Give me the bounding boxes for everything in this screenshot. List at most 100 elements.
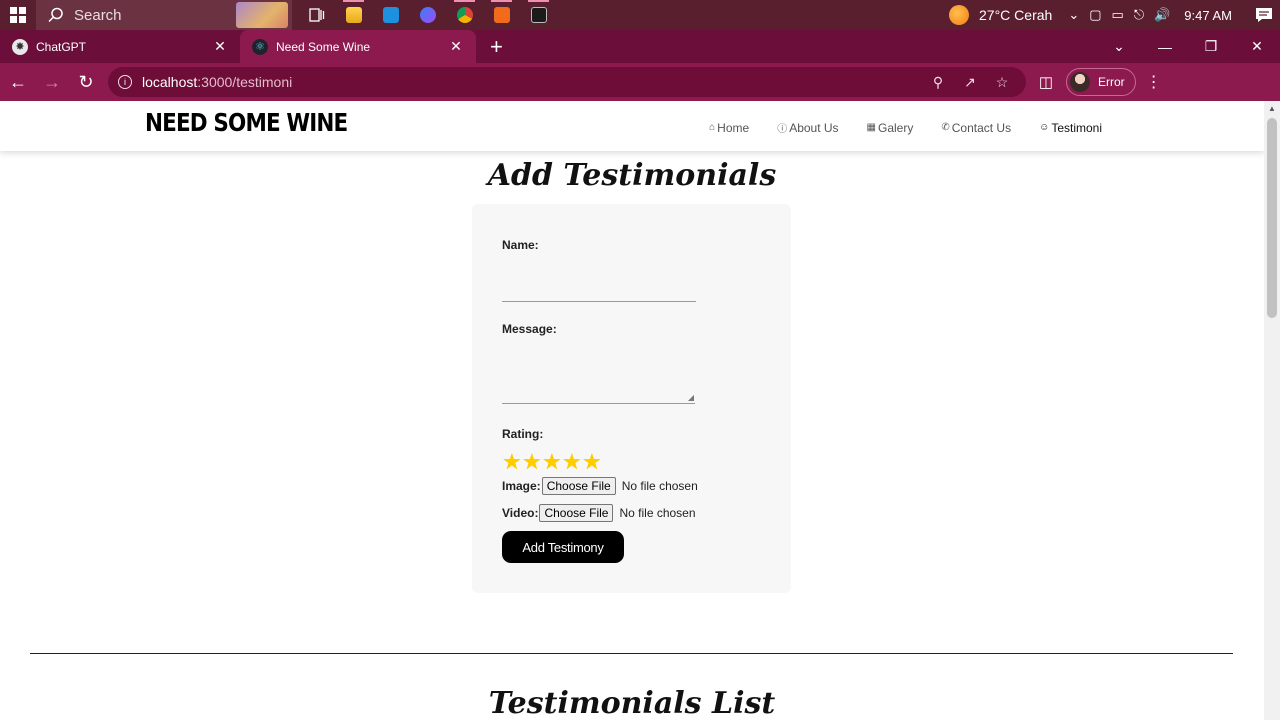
side-panel-icon[interactable]: ◫ bbox=[1030, 73, 1062, 91]
tab-title: ChatGPT bbox=[36, 39, 87, 54]
image-upload-row: Image: Choose File No file chosen bbox=[502, 477, 698, 495]
nav-contact-us[interactable]: ✆ Contact Us bbox=[941, 120, 1011, 135]
windows-taskbar: Search 27°C Cerah ⌄ ▢ ▭ ⎋ 🔊 9:47 AM bbox=[0, 0, 1280, 30]
start-button[interactable] bbox=[0, 0, 36, 30]
star-icon[interactable]: ★ bbox=[562, 451, 582, 473]
tab-chatgpt[interactable]: ✸ ChatGPT ✕ bbox=[0, 30, 240, 63]
restore-icon[interactable]: ❐ bbox=[1188, 38, 1234, 55]
wifi-icon[interactable]: ⎋ bbox=[1134, 7, 1144, 23]
profile-button[interactable]: Error bbox=[1066, 68, 1136, 96]
nav-label: Home bbox=[717, 120, 750, 135]
star-rating[interactable]: ★ ★ ★ ★ ★ bbox=[502, 451, 602, 473]
taskbar-search-label: Search bbox=[74, 6, 122, 24]
nav-label: Galery bbox=[878, 120, 914, 135]
react-icon: ⚛ bbox=[252, 38, 268, 55]
search-icon bbox=[48, 7, 63, 23]
image-label: Image: bbox=[502, 479, 541, 493]
zoom-icon[interactable]: ⚲ bbox=[922, 74, 954, 91]
file-explorer-app[interactable] bbox=[335, 0, 372, 30]
phone-icon: ✆ bbox=[941, 122, 950, 133]
section-divider bbox=[30, 653, 1233, 654]
mail-icon bbox=[382, 7, 399, 23]
nav-galery[interactable]: ▦ Galery bbox=[867, 120, 914, 135]
video-upload-row: Video: Choose File No file chosen bbox=[502, 504, 696, 522]
close-icon[interactable]: ✕ bbox=[212, 38, 228, 55]
share-icon[interactable]: ↗ bbox=[954, 74, 986, 91]
weather-text[interactable]: 27°C Cerah bbox=[979, 7, 1052, 23]
notification-button[interactable] bbox=[1248, 0, 1280, 30]
page-scrollbar[interactable]: ▲ bbox=[1264, 101, 1280, 720]
terminal-app[interactable] bbox=[520, 0, 557, 30]
site-menu: ⌂ Home ⓘ About Us ▦ Galery ✆ Contact Us ☺ Tes… bbox=[681, 120, 1102, 136]
site-navbar: NEED SOME WINE ⌂ Home ⓘ About Us ▦ Galery ✆… bbox=[0, 101, 1264, 151]
message-label: Message: bbox=[502, 322, 557, 336]
clock[interactable]: 9:47 AM bbox=[1184, 8, 1232, 23]
mail-app[interactable] bbox=[372, 0, 409, 30]
xampp-icon bbox=[493, 7, 510, 23]
media-app[interactable] bbox=[409, 0, 446, 30]
rating-label: Rating: bbox=[502, 427, 544, 441]
star-icon[interactable]: ★ bbox=[502, 451, 522, 473]
nav-testimoni[interactable]: ☺ Testimoni bbox=[1039, 120, 1102, 135]
image-icon: ▦ bbox=[866, 122, 876, 133]
battery-icon[interactable]: ▭ bbox=[1112, 7, 1124, 23]
chatgpt-icon: ✸ bbox=[12, 38, 28, 55]
taskbar-search[interactable]: Search bbox=[36, 0, 292, 30]
chevron-up-icon[interactable]: ⌄ bbox=[1068, 7, 1079, 23]
new-tab-button[interactable]: + bbox=[490, 30, 503, 63]
back-icon[interactable]: ← bbox=[2, 66, 34, 98]
site-logo[interactable]: NEED SOME WINE bbox=[145, 108, 348, 137]
star-icon[interactable]: ★ bbox=[582, 451, 602, 473]
page-title: Add Testimonials bbox=[487, 158, 777, 193]
image-choose-file-button[interactable]: Choose File bbox=[541, 477, 616, 495]
xampp-app[interactable] bbox=[483, 0, 520, 30]
reload-icon[interactable]: ↻ bbox=[70, 66, 102, 98]
forward-icon[interactable]: → bbox=[36, 66, 68, 98]
browser-tab-strip: ✸ ChatGPT ✕ ⚛ Need Some Wine ✕ + ⌄ — ❐ ✕ bbox=[0, 30, 1280, 63]
add-testimony-button[interactable]: Add Testimony bbox=[502, 531, 624, 563]
task-view-button[interactable] bbox=[298, 0, 335, 30]
nav-about-us[interactable]: ⓘ About Us bbox=[777, 120, 838, 136]
tab-title: Need Some Wine bbox=[276, 39, 371, 54]
name-input[interactable] bbox=[502, 274, 696, 302]
nav-label: Testimoni bbox=[1051, 120, 1102, 135]
info-icon: ⓘ bbox=[777, 124, 788, 135]
windows-icon bbox=[10, 7, 26, 23]
play-icon bbox=[419, 7, 436, 23]
avatar bbox=[1070, 72, 1090, 92]
resize-handle-icon[interactable]: ◢ bbox=[688, 393, 694, 402]
task-view-icon bbox=[308, 8, 324, 22]
video-file-status: No file chosen bbox=[619, 506, 696, 520]
testimonial-form: Name: Message: ◢ Rating: ★ ★ ★ ★ ★ Image… bbox=[472, 204, 791, 593]
meet-now-icon[interactable]: ▢ bbox=[1089, 7, 1101, 23]
bookmark-star-icon[interactable]: ☆ bbox=[986, 74, 1018, 91]
tab-search-icon[interactable]: ⌄ bbox=[1096, 38, 1142, 55]
terminal-icon bbox=[530, 7, 547, 23]
browser-toolbar: ← → ↻ i localhost:3000/testimoni ⚲ ↗ ☆ ◫… bbox=[0, 63, 1280, 101]
address-bar[interactable]: i localhost:3000/testimoni ⚲ ↗ ☆ bbox=[108, 67, 1026, 97]
folder-icon bbox=[345, 7, 362, 23]
site-info-icon[interactable]: i bbox=[118, 75, 132, 89]
nav-home[interactable]: ⌂ Home bbox=[709, 120, 749, 135]
chrome-app[interactable] bbox=[446, 0, 483, 30]
notification-icon bbox=[1256, 8, 1272, 22]
profile-status: Error bbox=[1098, 75, 1125, 89]
url-path: :3000/testimoni bbox=[197, 74, 293, 90]
weather-icon[interactable] bbox=[949, 5, 969, 25]
message-textarea[interactable]: ◢ bbox=[502, 346, 695, 404]
close-window-icon[interactable]: ✕ bbox=[1234, 38, 1280, 55]
scrollbar-thumb[interactable] bbox=[1267, 118, 1277, 318]
nav-label: Contact Us bbox=[951, 120, 1012, 135]
close-icon[interactable]: ✕ bbox=[448, 38, 464, 55]
scroll-up-icon[interactable]: ▲ bbox=[1264, 101, 1280, 117]
video-choose-file-button[interactable]: Choose File bbox=[539, 504, 614, 522]
minimize-icon[interactable]: — bbox=[1142, 39, 1188, 55]
volume-icon[interactable]: 🔊 bbox=[1154, 7, 1170, 23]
tab-need-some-wine[interactable]: ⚛ Need Some Wine ✕ bbox=[240, 30, 476, 63]
home-icon: ⌂ bbox=[709, 122, 716, 133]
name-label: Name: bbox=[502, 238, 539, 252]
page-viewport: NEED SOME WINE ⌂ Home ⓘ About Us ▦ Galery ✆… bbox=[0, 101, 1264, 720]
more-menu-icon[interactable]: ⋮ bbox=[1140, 72, 1168, 92]
star-icon[interactable]: ★ bbox=[522, 451, 542, 473]
star-icon[interactable]: ★ bbox=[542, 451, 562, 473]
